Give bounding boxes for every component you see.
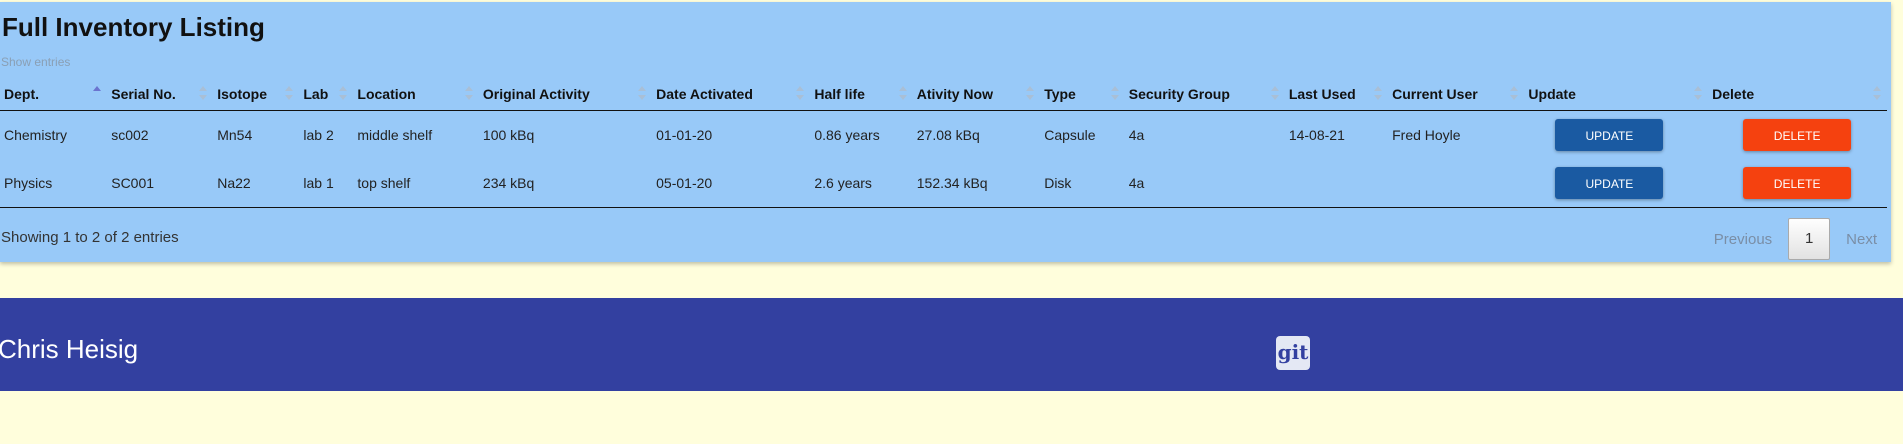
inventory-table: Dept. Serial No. Isotope Lab Location Or…: [0, 78, 1887, 208]
cell-location: top shelf: [353, 159, 479, 208]
sort-icon: [1270, 86, 1279, 100]
column-header-activity-now[interactable]: Ativity Now: [912, 78, 1041, 111]
column-header-half-life[interactable]: Half life: [810, 78, 913, 111]
site-footer: Chris Heisig git: [0, 298, 1903, 391]
cell-serial-no: SC001: [107, 159, 214, 208]
cell-isotope: Na22: [213, 159, 300, 208]
cell-security-group: 4a: [1128, 127, 1145, 143]
page-1-button[interactable]: 1: [1788, 218, 1831, 260]
cell-original-activity: 100 kBq: [482, 127, 535, 143]
cell-update: UPDATE: [1524, 159, 1709, 208]
sort-icon: [1110, 86, 1119, 100]
column-header-last-used[interactable]: Last Used: [1284, 78, 1389, 111]
column-header-delete[interactable]: Delete: [1708, 78, 1887, 111]
cell-type: Capsule: [1044, 127, 1096, 143]
show-entries-label[interactable]: Show entries: [1, 55, 70, 69]
cell-date-activated: 01-01-20: [656, 127, 713, 143]
update-button[interactable]: UPDATE: [1555, 167, 1664, 199]
delete-button[interactable]: DELETE: [1743, 119, 1852, 151]
cell-activity-now: 27.08 kBq: [916, 127, 980, 143]
cell-serial-no: sc002: [111, 127, 149, 143]
sort-icon: [898, 86, 907, 100]
sort-ascending-icon: [93, 86, 102, 100]
table-info: Showing 1 to 2 of 2 entries: [1, 229, 179, 246]
cell-last-used: 14-08-21: [1288, 127, 1345, 143]
git-icon[interactable]: git: [1276, 336, 1310, 370]
column-header-location[interactable]: Location: [353, 78, 479, 111]
author-name: Chris Heisig: [0, 334, 139, 364]
cell-lab: lab 1: [299, 159, 354, 208]
cell-location: middle shelf: [357, 127, 433, 143]
sort-icon: [339, 86, 348, 100]
column-header-isotope[interactable]: Isotope: [213, 78, 300, 111]
column-header-security-group[interactable]: Security Group: [1124, 78, 1285, 111]
column-header-update[interactable]: Update: [1524, 78, 1709, 111]
delete-button[interactable]: DELETE: [1743, 167, 1852, 199]
column-header-serial-no[interactable]: Serial No.: [107, 78, 214, 111]
table-row: Chemistry sc002 Mn54 lab 2 middle shelf …: [0, 111, 1887, 160]
cell-lab: lab 2: [303, 127, 334, 143]
cell-last-used: [1284, 159, 1389, 208]
update-button[interactable]: UPDATE: [1555, 119, 1664, 151]
column-header-current-user[interactable]: Current User: [1388, 78, 1525, 111]
page-title: Full Inventory Listing: [2, 12, 265, 42]
sort-icon: [796, 86, 805, 100]
sort-icon: [1374, 86, 1383, 100]
cell-date-activated: 05-01-20: [652, 159, 811, 208]
inventory-panel: Full Inventory Listing Show entries Dept…: [0, 2, 1891, 262]
cell-security-group: 4a: [1124, 159, 1285, 208]
pagination: Previous 1 Next: [1700, 218, 1891, 260]
sort-icon: [199, 86, 208, 100]
cell-original-activity: 234 kBq: [478, 159, 653, 208]
cell-activity-now: 152.34 kBq: [912, 159, 1041, 208]
cell-delete: DELETE: [1708, 111, 1887, 160]
column-header-lab[interactable]: Lab: [299, 78, 354, 111]
cell-update: UPDATE: [1524, 111, 1708, 160]
sort-icon: [1026, 86, 1035, 100]
cell-half-life: 2.6 years: [810, 159, 913, 208]
sort-icon: [638, 86, 647, 100]
sort-icon: [1873, 86, 1881, 100]
previous-page-button[interactable]: Previous: [1700, 231, 1786, 248]
column-header-date-activated[interactable]: Date Activated: [652, 78, 811, 111]
cell-type: Disk: [1040, 159, 1125, 208]
column-header-type[interactable]: Type: [1040, 78, 1125, 111]
cell-current-user: [1388, 159, 1525, 208]
table-row: Physics SC001 Na22 lab 1 top shelf 234 k…: [0, 159, 1887, 208]
sort-icon: [1510, 86, 1519, 100]
cell-isotope: Mn54: [217, 127, 253, 143]
cell-dept: Chemistry: [4, 127, 68, 143]
column-header-original-activity[interactable]: Original Activity: [478, 78, 653, 111]
sort-icon: [285, 86, 294, 100]
cell-dept: Physics: [0, 159, 108, 208]
column-header-dept[interactable]: Dept.: [0, 78, 108, 111]
next-page-button[interactable]: Next: [1832, 231, 1891, 248]
sort-icon: [1694, 86, 1703, 100]
table-header-row: Dept. Serial No. Isotope Lab Location Or…: [0, 78, 1887, 111]
cell-delete: DELETE: [1708, 159, 1887, 208]
cell-current-user: Fred Hoyle: [1392, 127, 1461, 143]
cell-half-life: 0.86 years: [814, 127, 880, 143]
sort-icon: [464, 86, 473, 100]
